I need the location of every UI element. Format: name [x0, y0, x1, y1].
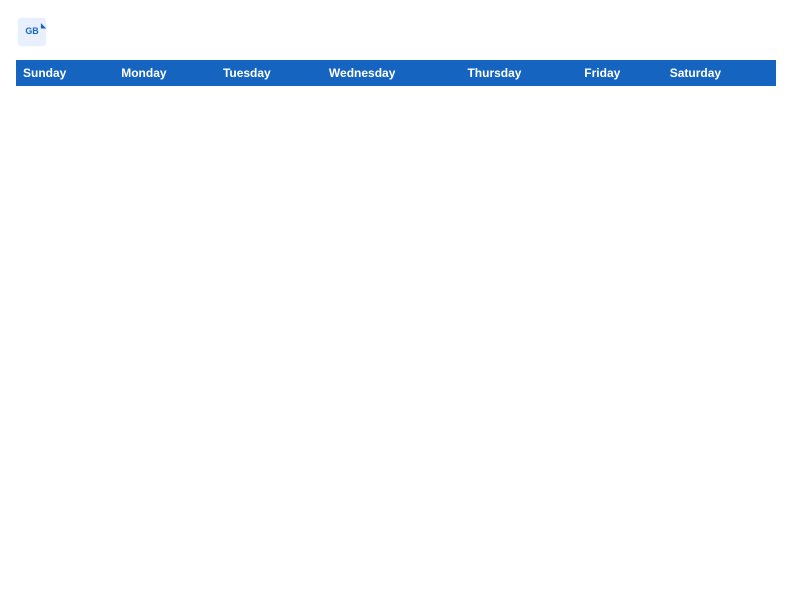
- calendar-table: SundayMondayTuesdayWednesdayThursdayFrid…: [16, 60, 776, 86]
- logo-icon: GB: [16, 16, 48, 48]
- day-header-wednesday: Wednesday: [322, 61, 461, 86]
- day-header-tuesday: Tuesday: [216, 61, 322, 86]
- logo: GB: [16, 16, 52, 48]
- page-header: GB: [16, 16, 776, 48]
- day-header-monday: Monday: [115, 61, 217, 86]
- calendar-header-row: SundayMondayTuesdayWednesdayThursdayFrid…: [17, 61, 776, 86]
- day-header-saturday: Saturday: [663, 61, 775, 86]
- svg-text:GB: GB: [25, 26, 38, 36]
- day-header-sunday: Sunday: [17, 61, 115, 86]
- day-header-friday: Friday: [578, 61, 663, 86]
- day-header-thursday: Thursday: [461, 61, 578, 86]
